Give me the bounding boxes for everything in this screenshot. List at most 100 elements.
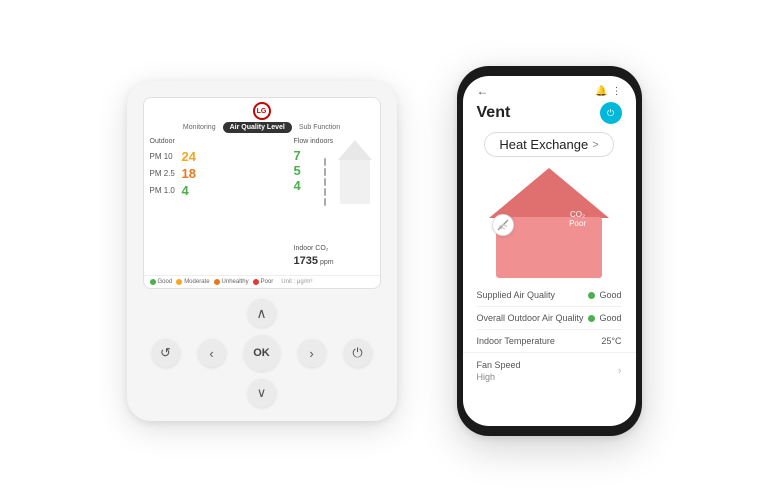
lg-tabs: Monitoring Air Quality Level Sub Functio… [144,122,380,136]
indoor-temp-value: 25°C [601,336,621,346]
flow-val-3: 4 [294,178,301,193]
phone-power-icon: ⏻ [607,108,614,119]
phone-info-rows: Supplied Air Quality Good Overall Outdoo… [463,284,636,352]
poor-dot [253,279,259,285]
house-svg-wrap: CO₂ Poor [484,163,614,278]
co2-unit: ppm [320,259,334,266]
fan-speed-row[interactable]: Fan Speed High › [463,352,636,389]
no-wifi-icon [497,219,509,231]
legend-unhealthy-label: Unhealthy [222,279,249,285]
flow-val-1: 7 [294,148,301,163]
poor-text: Poor [569,219,586,228]
outdoor-air-dot [588,315,595,322]
phone-header: Vent ⏻ [463,100,636,128]
flow-label: Flow indoors [294,138,334,145]
back-icon[interactable]: ← [477,84,489,98]
supplied-air-value: Good [599,290,621,300]
tab-sub-function[interactable]: Sub Function [292,122,347,133]
fan-speed-value: High [477,372,521,382]
lg-device: LG Monitoring Air Quality Level Sub Func… [127,81,397,421]
pm25-value: 18 [182,166,196,181]
moderate-dot [176,279,182,285]
back-button[interactable]: ↺ [152,339,180,367]
lg-controls: ∧ ↺ ‹ OK › ⏻ ∨ [141,299,383,407]
phone-top-icons: 🔔 ⋮ [595,86,621,97]
ctrl-up-row: ∧ [248,299,276,327]
pm-row-10: PM 10 24 [150,149,288,164]
down-button[interactable]: ∨ [248,379,276,407]
right-button[interactable]: › [298,339,326,367]
legend-poor-label: Poor [261,279,274,285]
house-illustration: CO₂ Poor [463,163,636,284]
pm10-value: 24 [182,149,196,164]
heat-exchange-row: Heat Exchange > [463,128,636,163]
phone-screen: ← 🔔 ⋮ Vent ⏻ Heat Exchange > [463,76,636,426]
unhealthy-dot [214,279,220,285]
power-button[interactable]: ⏻ [344,339,372,367]
ok-button[interactable]: OK [244,335,280,371]
outdoor-air-status: Good [588,313,621,323]
phone-status-bar: ← 🔔 ⋮ [463,76,636,100]
co2-text: CO₂ [569,210,586,219]
supplied-air-status: Good [588,290,621,300]
pm10b-value: 4 [182,183,189,198]
fan-speed-title: Fan Speed [477,360,521,370]
more-icon[interactable]: ⋮ [612,86,622,97]
legend-good: Good [150,279,173,285]
lg-left-panel: Outdoor PM 10 24 PM 2.5 18 PM 1.0 4 [150,138,288,271]
co2-label: Indoor CO₂ [294,244,334,254]
lg-content: Outdoor PM 10 24 PM 2.5 18 PM 1.0 4 [144,136,380,275]
flow-exchanger-icon [316,154,334,209]
lg-logo-bar: LG [144,98,380,122]
heat-chevron-icon: > [592,139,598,151]
legend-poor: Poor [253,279,274,285]
heat-exchange-label: Heat Exchange [499,137,588,152]
legend-unhealthy: Unhealthy [214,279,249,285]
lg-logo-circle: LG [253,102,271,120]
co2-value: 1735 [294,255,318,267]
ctrl-down-row: ∨ [248,379,276,407]
phone-power-button[interactable]: ⏻ [600,102,622,124]
lg-logo: LG [253,102,271,120]
legend-good-label: Good [158,279,173,285]
indoor-temp-row: Indoor Temperature 25°C [477,330,622,352]
outdoor-air-row: Overall Outdoor Air Quality Good [477,307,622,330]
phone-title: Vent [477,104,511,122]
lg-right-panel: Flow indoors 7 5 4 [294,138,374,271]
legend-moderate: Moderate [176,279,209,285]
left-button[interactable]: ‹ [198,339,226,367]
house-icon [336,138,374,208]
legend-moderate-label: Moderate [184,279,209,285]
house-co2-label: CO₂ Poor [569,210,586,228]
up-button[interactable]: ∧ [248,299,276,327]
good-dot [150,279,156,285]
pm10-label: PM 10 [150,152,178,161]
tab-air-quality[interactable]: Air Quality Level [223,122,292,133]
pm-row-10b: PM 1.0 4 [150,183,288,198]
outdoor-air-value: Good [599,313,621,323]
fan-speed-chevron-icon: › [618,365,622,377]
fan-speed-left: Fan Speed High [477,360,521,382]
no-wifi-badge [492,214,514,236]
outdoor-air-label: Overall Outdoor Air Quality [477,313,584,323]
heat-exchange-button[interactable]: Heat Exchange > [484,132,613,157]
indoor-temp-label: Indoor Temperature [477,336,555,346]
pm25-label: PM 2.5 [150,169,178,178]
ctrl-middle-row: ↺ ‹ OK › ⏻ [152,335,372,371]
legend-row: Good Moderate Unhealthy Poor Unit : μg/m… [144,275,380,288]
supplied-air-label: Supplied Air Quality [477,290,556,300]
indoor-co2: Indoor CO₂ 1735 ppm [294,244,334,269]
phone-device: ← 🔔 ⋮ Vent ⏻ Heat Exchange > [457,66,642,436]
scene: LG Monitoring Air Quality Level Sub Func… [0,0,768,502]
lg-header-row: Outdoor [150,138,288,145]
bell-icon[interactable]: 🔔 [595,86,607,97]
pm-row-25: PM 2.5 18 [150,166,288,181]
flow-val-2: 5 [294,163,301,178]
tab-monitoring[interactable]: Monitoring [176,122,223,133]
outdoor-label: Outdoor [150,138,175,145]
supplied-air-row: Supplied Air Quality Good [477,284,622,307]
pm10b-label: PM 1.0 [150,186,178,195]
supplied-air-dot [588,292,595,299]
lg-screen: LG Monitoring Air Quality Level Sub Func… [143,97,381,289]
unit-label: Unit : μg/m³ [281,279,312,285]
